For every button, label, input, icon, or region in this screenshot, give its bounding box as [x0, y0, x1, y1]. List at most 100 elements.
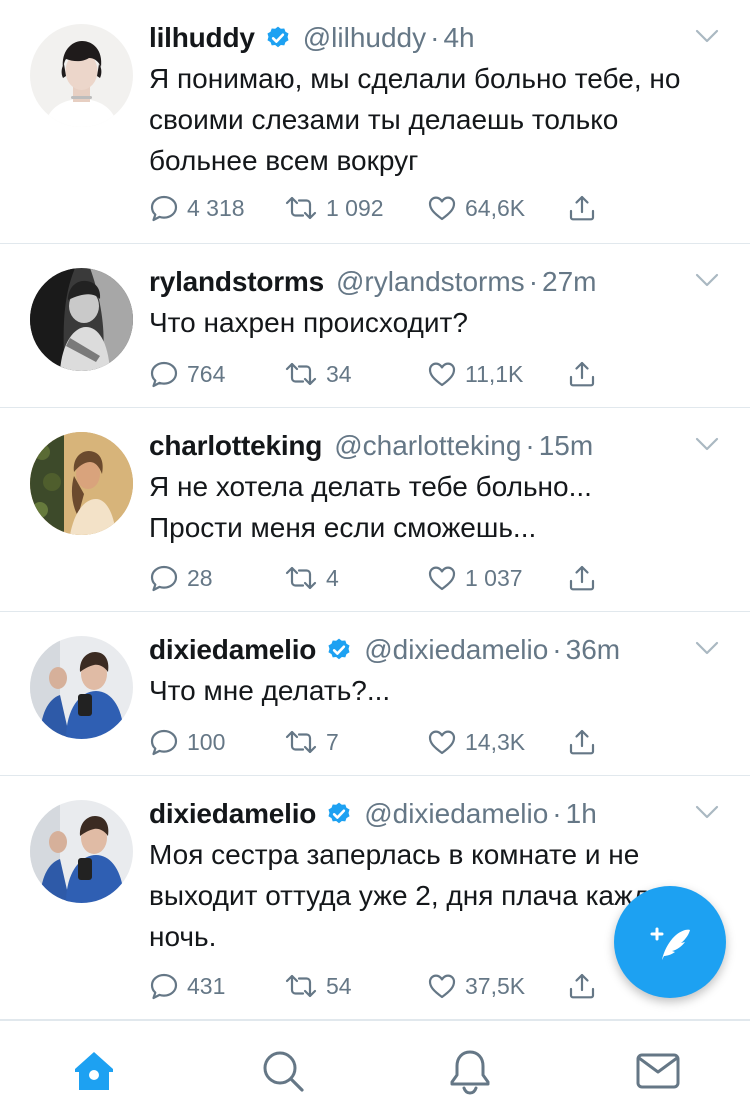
retweet-button[interactable]: 54	[284, 968, 352, 1004]
verified-icon	[326, 801, 352, 827]
heart-icon	[427, 193, 457, 223]
tweet[interactable]: dixiedamelio @dixiedamelio · 36m Что мне…	[0, 612, 750, 776]
tweet-text: Что мне делать?...	[149, 675, 391, 706]
compose-tweet-button[interactable]	[614, 886, 726, 998]
retweet-button[interactable]: 7	[284, 724, 339, 760]
share-button[interactable]	[567, 560, 597, 596]
tweet-actions: 100 7 14,3K	[149, 724, 609, 760]
username: @charlotteking	[334, 430, 522, 461]
reply-icon	[149, 971, 179, 1001]
timestamp: 4h	[443, 22, 475, 53]
compose-tweet-icon	[650, 927, 690, 960]
tab-notifications[interactable]	[446, 1047, 494, 1095]
like-count: 37,5K	[465, 972, 526, 999]
reply-button[interactable]: 100	[149, 724, 225, 760]
avatar[interactable]	[30, 268, 133, 371]
notifications-icon	[450, 1050, 490, 1095]
like-count: 11,1K	[465, 360, 524, 387]
like-button[interactable]: 1 037	[427, 560, 523, 596]
avatar[interactable]	[30, 636, 133, 739]
username: @dixiedamelio	[364, 798, 549, 829]
tweet-actions: 28 4 1 037	[149, 560, 609, 596]
chevron-down-icon[interactable]	[694, 270, 720, 290]
tweet-actions: 764 34 11,1K	[149, 356, 609, 392]
tab-home[interactable]	[70, 1047, 118, 1095]
share-icon	[567, 727, 597, 757]
tweet-header: dixiedamelio @dixiedamelio · 1h	[149, 794, 597, 834]
display-name[interactable]: charlotteking	[149, 430, 322, 462]
tab-messages[interactable]	[634, 1047, 682, 1095]
reply-count: 764	[187, 360, 226, 387]
timestamp: 15m	[538, 430, 594, 461]
username: @lilhuddy	[302, 22, 427, 53]
tweet-header: lilhuddy @lilhuddy · 4h	[149, 18, 475, 58]
timestamp: 27m	[542, 266, 597, 297]
like-count: 1 037	[465, 564, 523, 591]
separator-dot: ·	[552, 634, 562, 665]
retweet-count: 7	[326, 728, 339, 755]
retweet-button[interactable]: 4	[284, 560, 339, 596]
reply-count: 28	[187, 564, 213, 591]
tab-search[interactable]	[259, 1047, 307, 1095]
reply-button[interactable]: 4 318	[149, 190, 245, 226]
tweet-actions: 431 54 37,5K	[149, 968, 609, 1004]
chevron-down-icon[interactable]	[694, 802, 720, 822]
avatar[interactable]	[30, 24, 133, 127]
reply-icon	[149, 359, 179, 389]
share-button[interactable]	[567, 968, 597, 1004]
tweet[interactable]: lilhuddy @lilhuddy · 4h Я понимаю, мы сд…	[0, 0, 750, 244]
like-button[interactable]: 14,3K	[427, 724, 525, 760]
verified-icon	[265, 25, 291, 51]
share-icon	[567, 359, 597, 389]
tweet-text: Я понимаю, мы сделали больно тебе, но св…	[149, 63, 681, 176]
like-count: 64,6K	[465, 194, 526, 221]
tweet-text: Я не хотела делать тебе больно... Прости…	[149, 471, 592, 543]
retweet-count: 34	[326, 360, 352, 387]
chevron-down-icon[interactable]	[694, 26, 720, 46]
tweet[interactable]: charlotteking @charlotteking · 15m Я не …	[0, 408, 750, 612]
heart-icon	[427, 563, 457, 593]
retweet-button[interactable]: 34	[284, 356, 352, 392]
share-button[interactable]	[567, 190, 597, 226]
username: @dixiedamelio	[364, 634, 549, 665]
reply-icon	[149, 727, 179, 757]
retweet-icon	[284, 563, 318, 593]
tweet-actions: 4 318 1 092 64,6K	[149, 190, 609, 226]
share-button[interactable]	[567, 356, 597, 392]
share-button[interactable]	[567, 724, 597, 760]
retweet-icon	[284, 193, 318, 223]
reply-button[interactable]: 764	[149, 356, 225, 392]
timestamp: 36m	[565, 634, 621, 665]
messages-icon	[636, 1053, 680, 1089]
display-name[interactable]: dixiedamelio	[149, 798, 316, 830]
share-icon	[567, 563, 597, 593]
like-button[interactable]: 37,5K	[427, 968, 525, 1004]
retweet-count: 1 092	[326, 194, 384, 221]
reply-count: 100	[187, 728, 226, 755]
search-icon	[263, 1051, 304, 1092]
display-name[interactable]: rylandstorms	[149, 266, 324, 298]
reply-count: 431	[187, 972, 226, 999]
heart-icon	[427, 727, 457, 757]
reply-button[interactable]: 28	[149, 560, 213, 596]
display-name[interactable]: dixiedamelio	[149, 634, 316, 666]
share-icon	[567, 971, 597, 1001]
tweet-header: rylandstorms @rylandstorms · 27m	[149, 262, 596, 302]
avatar[interactable]	[30, 800, 133, 903]
like-button[interactable]: 64,6K	[427, 190, 525, 226]
chevron-down-icon[interactable]	[694, 434, 720, 454]
reply-button[interactable]: 431	[149, 968, 225, 1004]
chevron-down-icon[interactable]	[694, 638, 720, 658]
retweet-count: 4	[326, 564, 339, 591]
like-button[interactable]: 11,1K	[427, 356, 523, 392]
tweet[interactable]: rylandstorms @rylandstorms · 27m Что нах…	[0, 244, 750, 408]
separator-dot: ·	[525, 430, 535, 461]
separator-dot: ·	[528, 266, 539, 297]
avatar[interactable]	[30, 432, 133, 535]
retweet-button[interactable]: 1 092	[284, 190, 384, 226]
username: @rylandstorms	[336, 266, 525, 297]
display-name[interactable]: lilhuddy	[149, 22, 255, 54]
verified-icon	[326, 637, 352, 663]
reply-icon	[149, 563, 179, 593]
like-count: 14,3K	[465, 728, 526, 755]
